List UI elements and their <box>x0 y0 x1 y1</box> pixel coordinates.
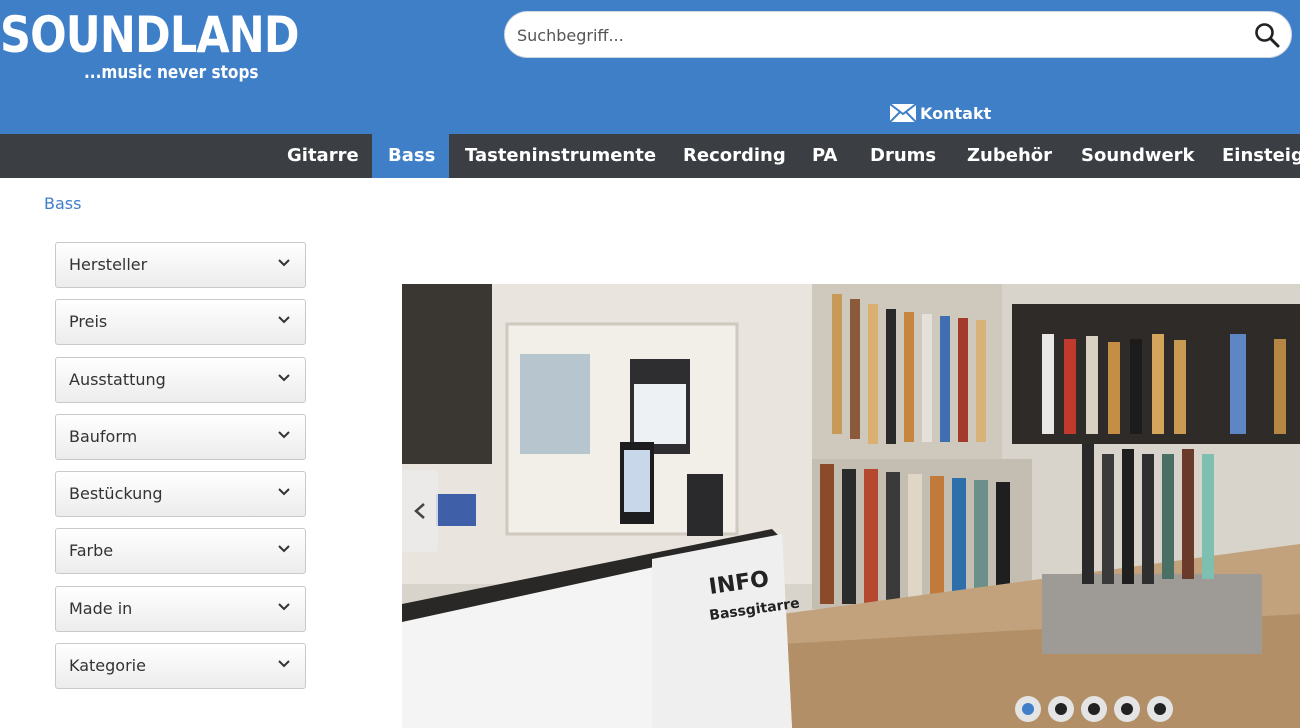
nav-item-pa[interactable]: PA <box>796 134 853 178</box>
image-slider[interactable]: INFO Bassgitarre <box>402 284 1300 728</box>
filter-kategorie[interactable]: Kategorie <box>55 643 306 689</box>
filter-label: Bestückung <box>69 484 163 503</box>
filter-bauform[interactable]: Bauform <box>55 414 306 460</box>
nav-item-gitarre[interactable]: Gitarre <box>271 134 375 178</box>
chevron-down-icon <box>278 316 290 324</box>
logo-wordmark: SOUNDLAND <box>0 6 300 64</box>
filter-label: Ausstattung <box>69 370 166 389</box>
nav-item-drums[interactable]: Drums <box>854 134 952 178</box>
contact-link[interactable]: Kontakt <box>890 102 991 124</box>
chevron-down-icon <box>278 488 290 496</box>
filter-label: Farbe <box>69 541 114 560</box>
breadcrumb[interactable]: Bass <box>44 194 81 213</box>
slider-dot-1[interactable] <box>1015 696 1041 722</box>
filter-label: Preis <box>69 312 108 331</box>
main-nav: Gitarre Bass Tasteninstrumente Recording… <box>0 134 1300 178</box>
slide-image-store: INFO Bassgitarre <box>402 284 1300 728</box>
chevron-down-icon <box>278 603 290 611</box>
chevron-left-icon <box>414 503 425 519</box>
filter-preis[interactable]: Preis <box>55 299 306 345</box>
filter-farbe[interactable]: Farbe <box>55 528 306 574</box>
slider-dot-3[interactable] <box>1081 696 1107 722</box>
chevron-down-icon <box>278 660 290 668</box>
logo-tagline: ...music never stops <box>84 62 259 83</box>
nav-item-soundwerk[interactable]: Soundwerk <box>1065 134 1211 178</box>
nav-item-tasteninstrumente[interactable]: Tasteninstrumente <box>449 134 672 178</box>
slider-dot-5[interactable] <box>1147 696 1173 722</box>
filter-label: Bauform <box>69 427 138 446</box>
filter-label: Kategorie <box>69 656 146 675</box>
nav-item-zubehoer[interactable]: Zubehör <box>951 134 1068 178</box>
search-icon[interactable] <box>1253 21 1281 49</box>
filter-made-in[interactable]: Made in <box>55 586 306 632</box>
slider-dot-4[interactable] <box>1114 696 1140 722</box>
nav-item-recording[interactable]: Recording <box>667 134 802 178</box>
chevron-down-icon <box>278 259 290 267</box>
slider-dot-2[interactable] <box>1048 696 1074 722</box>
contact-label: Kontakt <box>920 103 992 123</box>
search-box <box>504 11 1292 58</box>
chevron-down-icon <box>278 374 290 382</box>
envelope-icon <box>890 104 916 122</box>
filter-bestueckung[interactable]: Bestückung <box>55 471 306 517</box>
chevron-down-icon <box>278 431 290 439</box>
filter-label: Hersteller <box>69 255 148 274</box>
chevron-down-icon <box>278 545 290 553</box>
nav-item-bass[interactable]: Bass <box>372 134 449 178</box>
search-input[interactable] <box>517 22 1237 48</box>
nav-item-einsteiger[interactable]: Einsteiger <box>1206 134 1300 178</box>
filter-ausstattung[interactable]: Ausstattung <box>55 357 306 403</box>
slider-pagination <box>1015 696 1180 722</box>
site-header: SOUNDLAND ...music never stops Kontakt <box>0 0 1300 134</box>
slider-prev-button[interactable] <box>402 470 438 552</box>
filter-label: Made in <box>69 599 133 618</box>
filter-hersteller[interactable]: Hersteller <box>55 242 306 288</box>
